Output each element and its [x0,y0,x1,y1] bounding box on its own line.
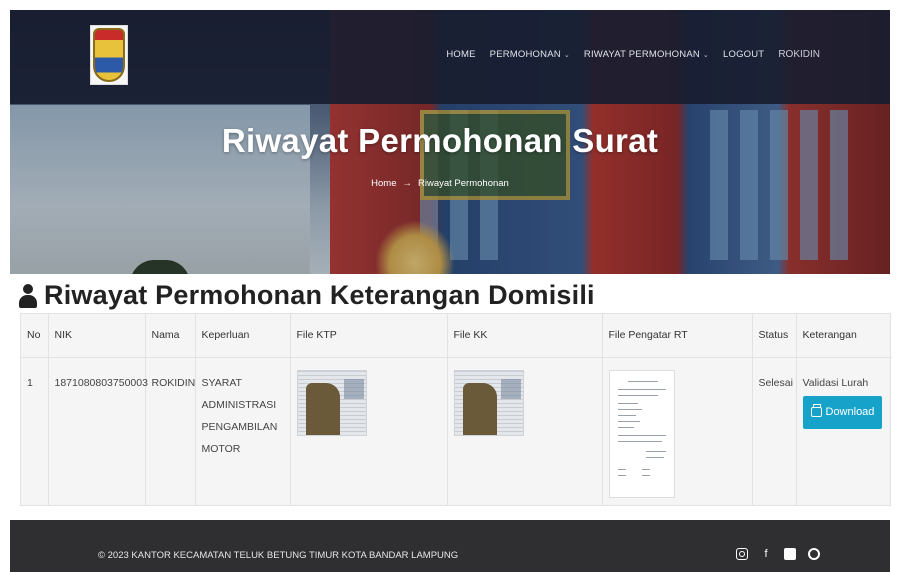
cell-keterangan: Validasi Lurah Download [796,357,892,505]
breadcrumb-home[interactable]: Home [371,178,396,189]
column-header: NIK [48,314,146,358]
breadcrumb-current: Riwayat Permohonan [418,178,509,189]
cell-no: 1 [21,357,49,505]
nav-riwayat-permohonan[interactable]: RIWAYAT PERMOHONAN ⌄ [584,49,709,60]
download-label: Download [825,406,875,418]
footer: © 2023 KANTOR KECAMATAN TELUK BETUNG TIM… [10,520,890,572]
youtube-icon[interactable] [784,548,796,560]
column-header: Status [752,314,797,358]
cell-status: Selesai [752,357,797,505]
ktp-thumbnail[interactable] [296,369,367,436]
cell-nama: ROKIDIN [145,357,196,505]
column-header: No [21,314,49,358]
column-header: Keterangan [796,314,892,358]
cell-keperluan: SYARAT ADMINISTRASI PENGAMBILAN MOTOR [195,357,291,505]
column-header: File KTP [290,314,448,358]
printer-icon [810,404,822,417]
main-nav: HOME PERMOHONAN ⌄ RIWAYAT PERMOHONAN ⌄ LOG… [446,49,820,60]
user-icon [18,283,38,309]
nav-permohonan[interactable]: PERMOHONAN ⌄ [490,49,570,60]
instagram-icon[interactable] [736,548,748,560]
download-button[interactable]: Download [802,395,883,429]
chevron-down-icon: ⌄ [563,52,570,59]
keterangan-text: Validasi Lurah [802,376,869,389]
column-header: File Pengatar RT [602,314,753,358]
nav-logout[interactable]: LOGOUT [723,49,764,60]
pengantar-rt-thumbnail[interactable] [608,369,675,498]
column-header: Keperluan [195,314,291,358]
github-icon[interactable] [808,548,820,560]
column-header: File KK [447,314,603,358]
cell-nik: 1871080803750003 [48,357,148,505]
arrow-right-icon: → [402,178,413,189]
table-row: 1 1871080803750003 ROKIDIN SYARAT ADMINI… [21,357,892,505]
table-header-row: No NIK Nama Keperluan File KTP File KK F… [21,314,892,358]
cell-file-ktp [290,357,448,505]
social-links: f [736,548,820,560]
cell-file-kk [447,357,603,505]
page-title: Riwayat Permohonan Keterangan Domisili [44,280,595,310]
column-header: Nama [145,314,196,358]
hero-title: Riwayat Permohonan Surat [221,122,659,159]
nav-home[interactable]: HOME [446,49,475,60]
footer-copyright: © 2023 KANTOR KECAMATAN TELUK BETUNG TIM… [98,550,459,561]
breadcrumb: Home → Riwayat Permohonan [0,178,880,189]
city-emblem-icon [93,28,125,82]
chevron-down-icon: ⌄ [702,52,709,59]
history-table: No NIK Nama Keperluan File KTP File KK F… [20,313,892,506]
page-heading: Riwayat Permohonan Keterangan Domisili [18,280,595,311]
nav-username: ROKIDIN [778,49,820,60]
facebook-icon[interactable]: f [760,548,772,560]
site-logo[interactable] [90,25,128,85]
kk-thumbnail[interactable] [453,369,524,436]
cell-file-pengantar-rt [602,357,753,505]
